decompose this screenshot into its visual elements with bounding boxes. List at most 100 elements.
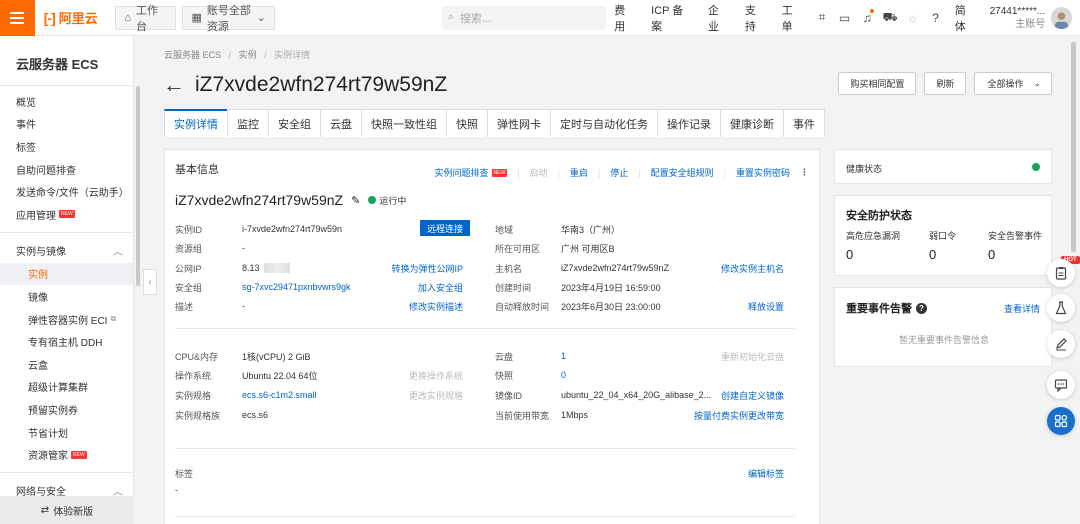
create-custom-image-link[interactable]: 创建自定义镜像 [721, 389, 784, 402]
sidebar-item-events[interactable]: 事件 [0, 113, 133, 136]
sidebar-item-self-diagnose[interactable]: 自助问题排查 [0, 158, 133, 181]
value-critical-vulns[interactable]: 0 [846, 247, 853, 262]
buy-same-config-button[interactable]: 购买相同配置 [838, 72, 917, 95]
terminal-icon[interactable]: ▭ [833, 0, 856, 36]
edit-description-link[interactable]: 修改实例描述 [409, 300, 463, 313]
label-resource-group: 资源组 [175, 243, 203, 254]
release-settings-link[interactable]: 释放设置 [748, 300, 784, 313]
tab-snapshots[interactable]: 快照 [446, 109, 488, 137]
view-details-link[interactable]: 查看详情 [1004, 302, 1040, 315]
remote-connect-button[interactable]: 远程连接 [420, 220, 471, 236]
avatar[interactable] [1051, 6, 1073, 29]
search-input[interactable]: ⌕ 搜索... [441, 5, 607, 30]
page-scrollbar[interactable] [1071, 42, 1076, 252]
sidebar-item-images[interactable]: 镜像 [0, 285, 133, 308]
sidebar-group-instances[interactable]: 实例与镜像 ︿ [0, 239, 133, 263]
tab-security-groups[interactable]: 安全组 [268, 109, 321, 137]
link-enterprise[interactable]: 企业 [700, 2, 737, 34]
change-bandwidth-link[interactable]: 按量付费实例更改带宽 [694, 409, 784, 422]
help-icon[interactable]: ? [924, 0, 947, 36]
troubleshoot-link[interactable]: 实例问题排查 [435, 166, 489, 179]
tab-instance-details[interactable]: 实例详情 [164, 109, 228, 137]
chat-icon[interactable] [1047, 371, 1075, 399]
workbench-button[interactable]: ⌂ 工作台 [115, 5, 177, 33]
tab-monitoring[interactable]: 监控 [227, 109, 269, 137]
sidebar-item-instances[interactable]: 实例 [0, 262, 133, 286]
reinit-disk-link[interactable]: 重新初始化云盘 [721, 350, 784, 363]
stop-link[interactable]: 停止 [610, 166, 628, 179]
cart-icon[interactable]: ⛟ [879, 0, 902, 36]
start-link[interactable]: 启动 [530, 166, 548, 179]
tab-eni[interactable]: 弹性网卡 [487, 109, 551, 137]
value-instance-type[interactable]: ecs.s6-c1m2.small [242, 390, 317, 400]
clipboard-icon[interactable] [1047, 259, 1075, 287]
refresh-button[interactable]: 刷新 [924, 72, 967, 95]
edit-icon[interactable] [1047, 330, 1075, 358]
all-actions-button[interactable]: 全部操作 ⌄ [974, 72, 1052, 95]
apps-icon[interactable] [1047, 407, 1075, 435]
sidebar-item-resource-manager[interactable]: 资源管家 NEW [0, 443, 133, 466]
link-support[interactable]: 支持 [737, 2, 774, 34]
config-sg-rules-link[interactable]: 配置安全组规则 [651, 166, 714, 179]
important-events-card: 重要事件告警? 查看详情 暂无重要事件告警信息 [834, 287, 1052, 367]
language-switch[interactable]: 简体 [947, 2, 984, 34]
join-sg-link[interactable]: 加入安全组 [418, 281, 463, 294]
events-empty-text: 暂无重要事件告警信息 [898, 335, 989, 345]
flask-icon[interactable] [1047, 294, 1075, 322]
link-icp[interactable]: ICP 备案 [643, 2, 700, 34]
sidebar-item-ddh[interactable]: 专有宿主机 DDH [0, 330, 133, 353]
value-disks[interactable]: 1 [561, 351, 566, 361]
link-ticket[interactable]: 工单 [774, 2, 811, 34]
tab-bar: 实例详情 监控 安全组 云盘 快照一致性组 快照 弹性网卡 定时与自动化任务 操… [164, 109, 825, 137]
restart-link[interactable]: 重启 [570, 166, 588, 179]
try-new-version-button[interactable]: ⇄ 体验新版 [0, 496, 134, 524]
tab-snapshot-groups[interactable]: 快照一致性组 [361, 109, 447, 137]
edit-tags-link[interactable]: 编辑标签 [748, 467, 784, 480]
sidebar-scrollbar[interactable] [136, 86, 140, 286]
value-weak-passwords[interactable]: 0 [929, 247, 936, 262]
bulb-icon[interactable]: ☼ [901, 0, 924, 36]
account-menu[interactable]: 27441*****... 主账号 [990, 5, 1046, 31]
sidebar-item-reserved[interactable]: 预留实例券 [0, 398, 133, 421]
help-icon[interactable]: ? [916, 302, 927, 314]
code-icon[interactable]: ⌗ [810, 0, 833, 36]
account-scope-label: 账号全部资源 [206, 4, 251, 33]
label-security-group: 安全组 [175, 282, 203, 293]
value-security-alerts[interactable]: 0 [988, 247, 995, 262]
value-resource-group: - [242, 243, 245, 253]
account-name: 27441*****... [989, 5, 1046, 17]
tab-disks[interactable]: 云盘 [320, 109, 362, 137]
health-status-label: 健康状态 [846, 164, 883, 174]
back-arrow-icon[interactable]: ← [163, 74, 185, 96]
breadcrumb-ecs[interactable]: 云服务器 ECS [164, 50, 221, 60]
collapse-sidebar-button[interactable]: ‹ [143, 269, 157, 295]
account-scope-select[interactable]: ▦ 账号全部资源 ⌄ [182, 5, 275, 33]
breadcrumb-instances[interactable]: 实例 [239, 50, 257, 60]
sidebar-item-cloud-assistant[interactable]: 发送命令/文件（云助手） [0, 180, 133, 203]
health-ok-icon [1032, 163, 1040, 171]
tab-scheduled-tasks[interactable]: 定时与自动化任务 [550, 109, 658, 137]
tab-operation-logs[interactable]: 操作记录 [657, 109, 721, 137]
change-instance-type-link[interactable]: 更改实例规格 [409, 389, 463, 402]
sidebar-item-cloudbox[interactable]: 云盒 [0, 353, 133, 376]
tab-health-diagnosis[interactable]: 健康诊断 [720, 109, 784, 137]
edit-hostname-link[interactable]: 修改实例主机名 [721, 262, 784, 275]
convert-eip-link[interactable]: 转换为弹性公网IP [391, 262, 463, 275]
aliyun-logo[interactable]: [-] 阿里云 [44, 8, 110, 27]
value-security-group[interactable]: sg-7xvc29471pxnbvwrs9gk [242, 282, 351, 292]
reset-password-link[interactable]: 重置实例密码 [736, 166, 790, 179]
sidebar-item-eci[interactable]: 弹性容器实例 ECI ⧉ [0, 308, 133, 331]
link-fees[interactable]: 费用 [606, 2, 643, 34]
sidebar-item-savings-plan[interactable]: 节省计划 [0, 421, 133, 444]
sidebar-item-app-management[interactable]: 应用管理 NEW [0, 203, 133, 226]
change-os-link[interactable]: 更换操作系统 [409, 369, 463, 382]
more-icon[interactable]: ⋮ [800, 167, 809, 178]
menu-icon[interactable] [0, 0, 35, 36]
edit-icon[interactable]: ✎ [351, 194, 360, 207]
sidebar-item-tags[interactable]: 标签 [0, 135, 133, 158]
tab-events[interactable]: 事件 [783, 109, 825, 137]
value-snapshots[interactable]: 0 [561, 370, 566, 380]
sidebar-item-scc[interactable]: 超级计算集群 [0, 376, 133, 399]
sidebar-item-overview[interactable]: 概览 [0, 90, 133, 113]
bell-icon[interactable]: ♫ [856, 0, 879, 36]
